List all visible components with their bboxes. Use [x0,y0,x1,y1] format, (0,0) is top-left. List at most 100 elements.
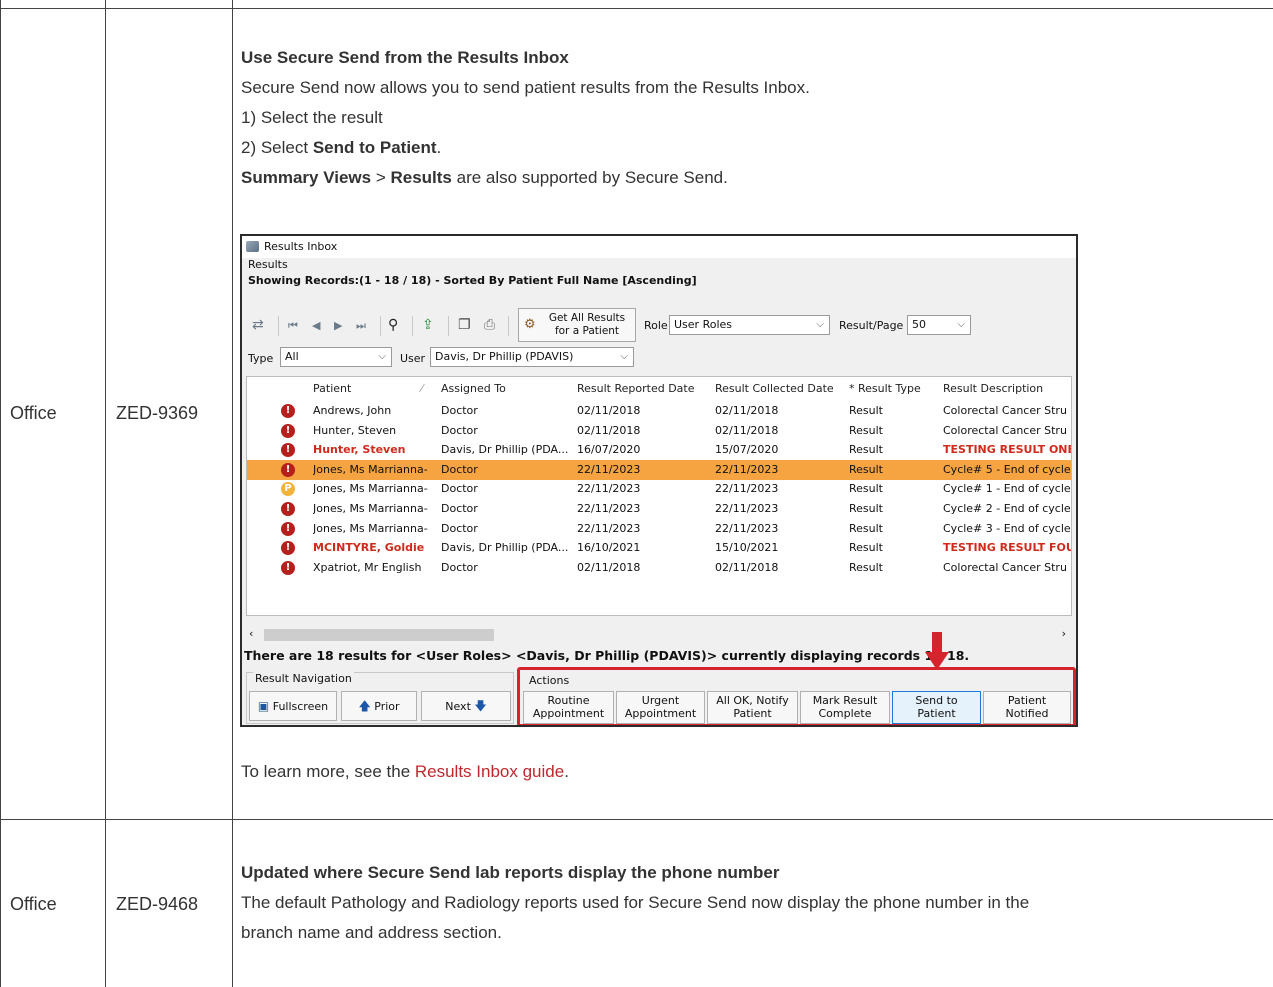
binoculars-icon[interactable]: ⚲ [388,317,398,333]
cell-collected: 02/11/2018 [715,423,779,437]
table-row[interactable]: ! Hunter, Steven Doctor 02/11/2018 02/11/201… [247,421,1071,441]
role-label: Role [644,319,668,332]
next-record-icon[interactable]: ▶ [334,319,342,332]
user-select[interactable]: Davis, Dr Phillip (PDAVIS) ⌵ [430,347,634,367]
chevron-down-icon: ⌵ [378,351,386,362]
cell-assigned: Doctor [441,502,478,515]
id-cell: ZED-9468 [116,894,199,914]
cell-patient: Jones, Ms Marrianna- [313,521,428,535]
results-inbox-guide-link[interactable]: Results Inbox guide [415,762,564,781]
prior-button[interactable]: 🡅 Prior [341,691,417,721]
alert-status-icon: ! [281,404,295,418]
table-row[interactable]: ! Xpatriot, Mr English Doctor 02/11/2018 02/… [247,558,1071,578]
alert-status-icon: ! [281,423,295,438]
cell-reported: 02/11/2018 [577,404,641,417]
send-to-patient-button[interactable]: Send to Patient [892,691,981,724]
cell-patient: Xpatriot, Mr English [313,560,422,574]
note-heading: Updated where Secure Send lab reports di… [241,863,780,882]
patient-notified-button[interactable]: Patient Notified [983,691,1071,724]
urgent-appointment-button[interactable]: Urgent Appointment [616,691,705,724]
table-row[interactable]: ! Andrews, John Doctor 02/11/2018 02/11/2018… [247,401,1071,421]
column-header-assigned-to[interactable]: Assigned To [441,381,506,397]
first-record-icon[interactable]: ⏮ [288,319,298,333]
alert-status-icon: ! [281,560,295,575]
table-row[interactable]: P Jones, Ms Marrianna- Doctor 22/11/2023 22/… [247,479,1071,499]
column-header-reported-date[interactable]: Result Reported Date [577,381,695,397]
mark-result-complete-button[interactable]: Mark Result Complete [800,691,890,724]
cell-reported: 22/11/2023 [577,521,641,535]
note-step-1: 1) Select the result [241,108,383,127]
column-header-collected-date[interactable]: Result Collected Date [715,381,834,397]
table-row[interactable]: ! Hunter, Steven Davis, Dr Phillip (PDA...… [247,440,1071,460]
table-row[interactable]: ! Jones, Ms Marrianna- Doctor 22/11/2023 22/… [247,519,1071,539]
cell-type: Result [849,482,883,496]
result-navigation-group: Result Navigation ▣ Fullscreen 🡅 Prior N… [246,672,514,724]
cell-assigned: Doctor [441,482,478,496]
cell-patient: MCINTYRE, Goldie [313,541,425,555]
results-status-line: There are 18 results for <User Roles> <D… [244,648,970,663]
scroll-right-icon[interactable]: › [1062,627,1066,640]
release-note-content: Updated where Secure Send lab reports di… [241,858,1029,948]
chevron-down-icon: ⌵ [620,351,628,362]
cell-reported: 16/10/2021 [577,541,641,555]
cell-patient: Hunter, Steven [313,423,397,437]
routine-appointment-button[interactable]: Routine Appointment [523,691,614,724]
cell-desc: Cycle# 1 - End of cycle [943,482,1071,496]
cell-desc: Colorectal Cancer Stru [943,404,1067,417]
cell-patient: Hunter, Steven [313,443,406,457]
toolbar-separator [412,316,413,336]
table-border-top [0,8,1273,9]
cell-desc: TESTING RESULT FOUI [943,541,1071,555]
refresh-icon[interactable]: ⇄ [252,317,264,333]
cell-collected: 22/11/2023 [715,462,779,476]
print-icon[interactable]: ⎙ [484,317,495,333]
note-step-2: 2) Select Send to Patient. [241,138,442,157]
import-icon[interactable]: ⇪ [422,317,434,333]
window-title-bar: Results Inbox [242,236,1076,258]
arrow-up-icon: 🡅 [358,699,371,713]
cell-assigned: Doctor [441,423,478,437]
cell-type: Result [849,502,883,515]
id-cell: ZED-9369 [116,403,199,423]
cell-patient: Jones, Ms Marrianna- [313,502,428,515]
role-select[interactable]: User Roles ⌵ [669,315,830,335]
result-per-page-select[interactable]: 50 ⌵ [907,315,971,335]
next-button[interactable]: Next 🡇 [421,691,511,721]
alert-status-icon: ! [281,443,295,458]
learn-more: To learn more, see the Results Inbox gui… [241,762,569,781]
column-header-patient[interactable]: Patient [313,381,351,397]
cell-type: Result [849,541,883,555]
cell-patient: Jones, Ms Marrianna- [313,482,428,496]
cell-type: Result [849,521,883,535]
column-header-description[interactable]: Result Description [943,381,1043,397]
fullscreen-button[interactable]: ▣ Fullscreen [249,691,337,721]
actions-group: Actions Routine Appointment Urgent Appoint… [523,674,1071,724]
cell-assigned: Doctor [441,560,478,574]
all-ok-notify-patient-button[interactable]: All OK, Notify Patient [707,691,798,724]
table-column-divider [232,0,233,987]
cell-type: Result [849,404,883,417]
cell-assigned: Doctor [441,462,478,476]
alert-status-icon: ! [281,462,295,477]
cell-reported: 02/11/2018 [577,560,641,574]
cell-desc: Colorectal Cancer Stru [943,423,1067,437]
cell-type: Result [849,560,883,574]
table-row[interactable]: ! Jones, Ms Marrianna- Doctor 22/11/2023 22/… [247,459,1071,480]
get-all-results-button[interactable]: ⚙ Get All Results for a Patient [518,308,636,342]
alert-status-icon: ! [281,502,295,516]
table-row[interactable]: ! MCINTYRE, Goldie Davis, Dr Phillip (PDA.… [247,538,1071,558]
alert-status-icon: ! [281,541,295,556]
type-select[interactable]: All ⌵ [280,347,392,367]
red-arrow-icon [925,632,949,670]
copy-icon[interactable]: ❐ [458,317,471,333]
user-label: User [400,352,426,365]
table-row[interactable]: ! Jones, Ms Marrianna- Doctor 22/11/2023 22/… [247,499,1071,519]
column-header-result-type[interactable]: * Result Type [849,381,921,397]
note-heading: Use Secure Send from the Results Inbox [241,48,569,67]
scroll-left-icon[interactable]: ‹ [249,627,253,640]
last-record-icon[interactable]: ⏭ [356,319,366,333]
scrollbar-thumb[interactable] [264,629,494,641]
cell-assigned: Doctor [441,521,478,535]
toolbar-separator [380,316,381,336]
previous-record-icon[interactable]: ◀ [312,319,320,332]
